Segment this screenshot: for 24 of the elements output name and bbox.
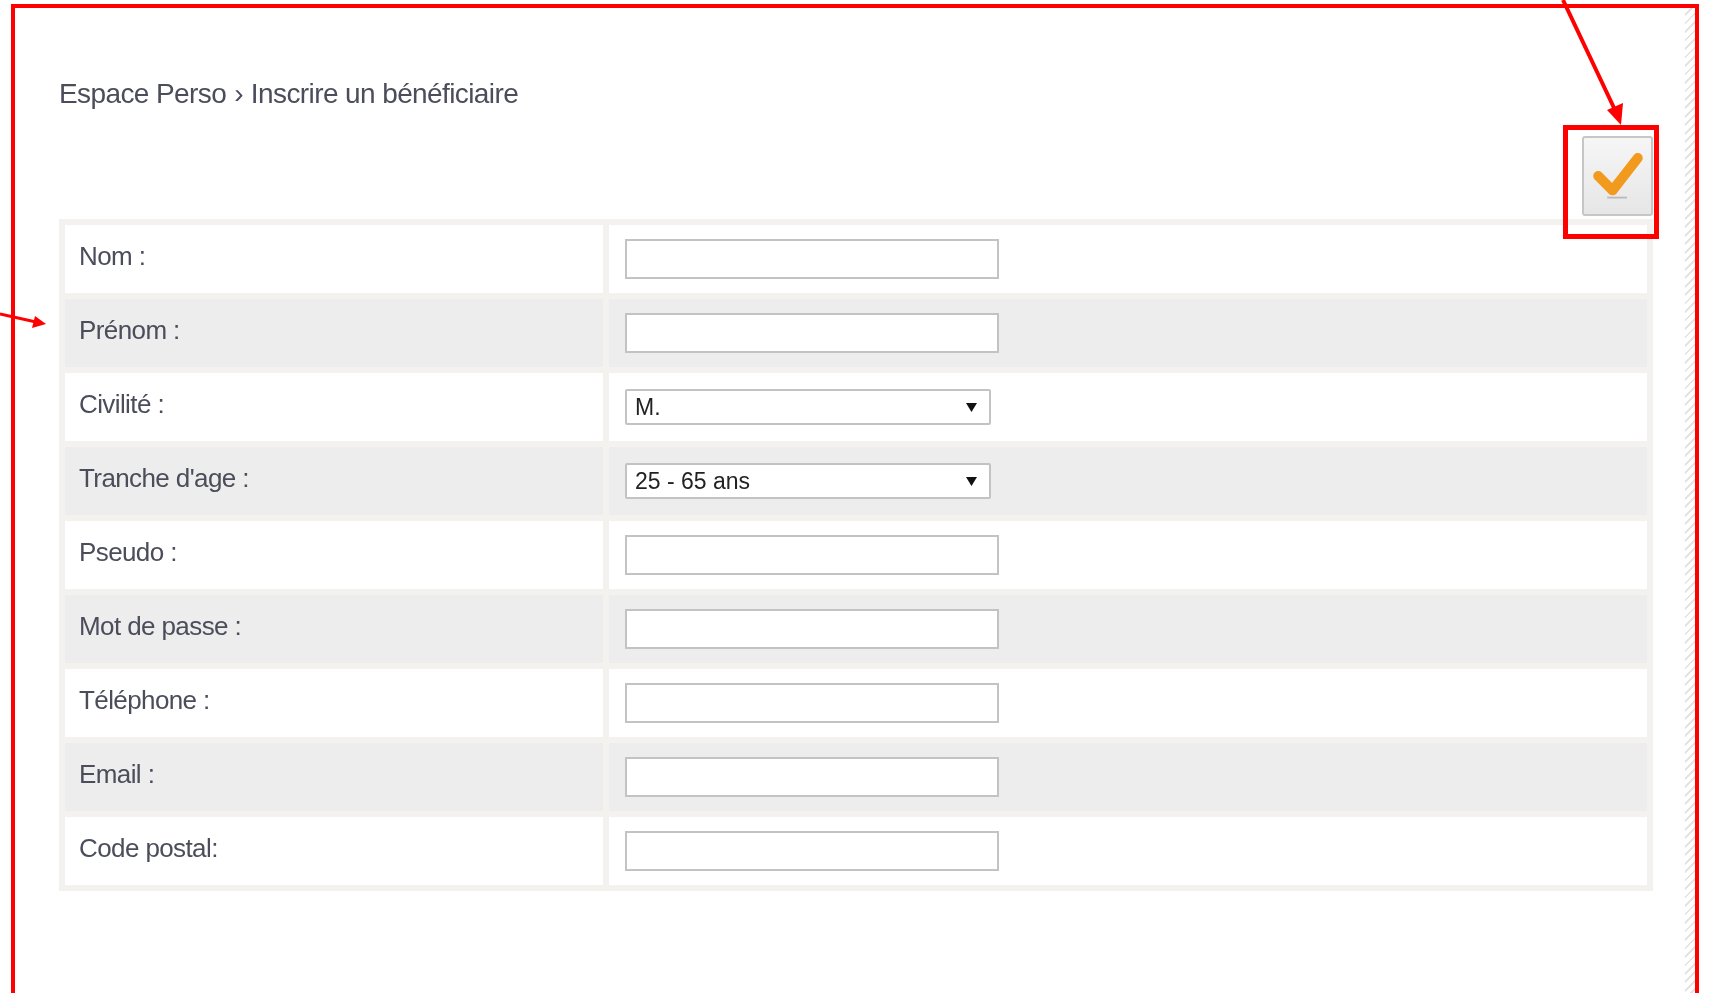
field-label: Prénom : (65, 299, 603, 367)
text-input-field[interactable] (625, 609, 999, 649)
validate-button[interactable] (1582, 136, 1653, 216)
breadcrumb-separator: › (234, 78, 243, 110)
text-input-field[interactable] (625, 831, 999, 871)
text-input-field[interactable] (625, 683, 999, 723)
dropdown-field[interactable]: 25 - 65 ans (625, 463, 991, 499)
field-label: Nom : (65, 225, 603, 293)
field-label: Mot de passe : (65, 595, 603, 663)
text-input-field[interactable] (625, 535, 999, 575)
field-label: Code postal: (65, 817, 603, 885)
breadcrumb-item: Inscrire un bénéficiaire (250, 78, 519, 110)
text-input-field[interactable] (625, 757, 999, 797)
text-input-field[interactable] (625, 239, 999, 279)
caret-icon (966, 402, 977, 412)
field-label: Email : (65, 743, 603, 811)
field-label: Civilité : (65, 373, 603, 441)
field-label: Tranche d'age : (65, 447, 603, 515)
caret-icon (966, 476, 977, 486)
field-label: Pseudo : (65, 521, 603, 589)
dropdown-field[interactable]: M. (625, 389, 991, 425)
text-input-field[interactable] (625, 313, 999, 353)
breadcrumb-item[interactable]: Espace Perso (59, 78, 227, 110)
field-label: Téléphone : (65, 669, 603, 737)
